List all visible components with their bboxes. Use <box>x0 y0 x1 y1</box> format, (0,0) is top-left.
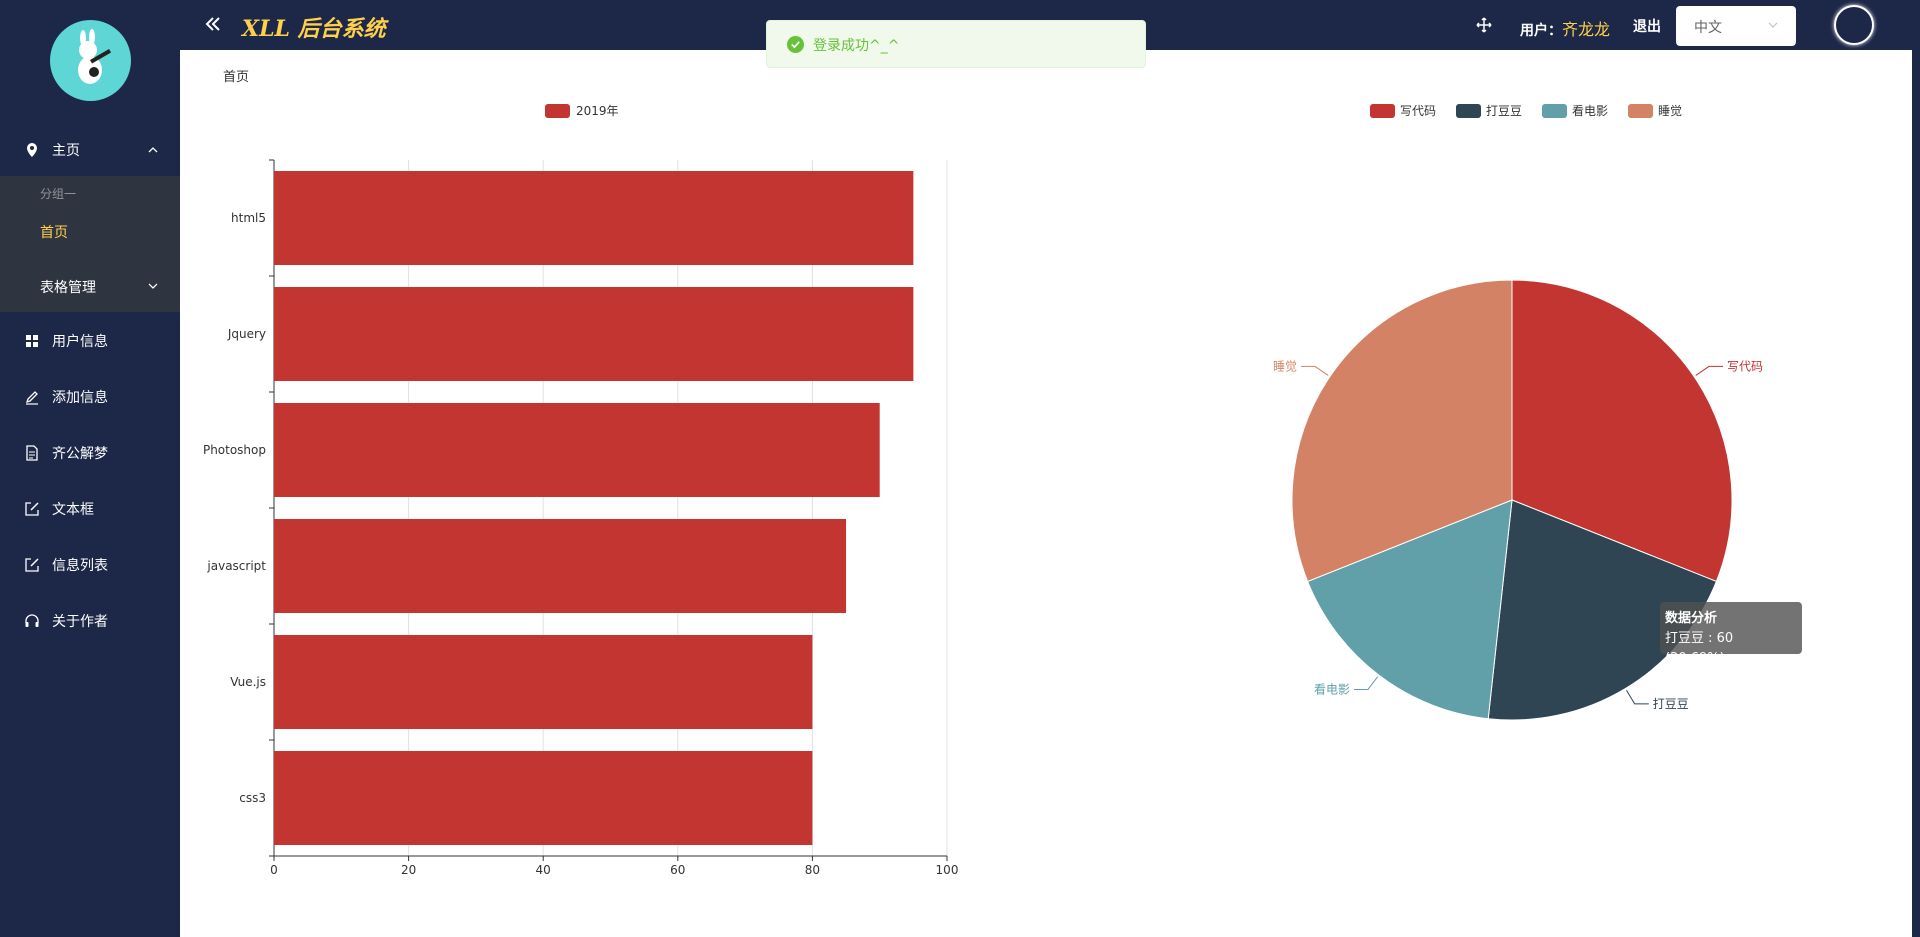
legend-label: 打豆豆 <box>1486 104 1522 118</box>
menu-textbox[interactable]: 文本框 <box>0 484 180 534</box>
legend-label: 2019年 <box>576 104 619 118</box>
pie-label: 打豆豆 <box>1653 697 1689 711</box>
breadcrumb[interactable]: 首页 <box>223 66 249 85</box>
tooltip-text: 打豆豆 : 60 (20.69%) <box>1665 631 1734 666</box>
menu-dream[interactable]: 齐公解梦 <box>0 428 180 478</box>
chevron-down-icon <box>148 283 158 289</box>
user-name: 齐龙龙 <box>1562 20 1611 39</box>
logout-button[interactable]: 退出 <box>1633 16 1661 36</box>
pie-label: 写代码 <box>1727 359 1763 373</box>
user-avatar[interactable] <box>1834 5 1874 45</box>
bar-chart: 2019年 0 20 40 60 80 100 html5 Jquery Photoshop jav… <box>203 104 959 877</box>
y-tick-label: Jquery <box>227 327 266 341</box>
pie-leader-line <box>1301 365 1329 376</box>
x-tick-label: 60 <box>670 863 685 877</box>
pie-chart: 写代码 打豆豆 看电影 睡觉写代码打豆豆看电影睡觉 <box>1273 104 1763 721</box>
y-tick-label: Vue.js <box>230 675 266 689</box>
tooltip-title: 数据分析 <box>1665 611 1718 626</box>
menu-textbox-label: 文本框 <box>52 502 94 518</box>
document-icon <box>26 445 38 461</box>
bar <box>274 403 880 497</box>
language-select[interactable]: 中文 <box>1676 6 1796 46</box>
menu-user-info-label: 用户信息 <box>52 334 108 350</box>
submenu-item-home[interactable]: 首页 <box>40 222 68 242</box>
location-icon <box>27 143 37 157</box>
x-tick-label: 40 <box>536 863 551 877</box>
menu-add-info-label: 添加信息 <box>52 390 108 406</box>
chevron-up-icon <box>148 147 158 153</box>
pen-icon <box>25 391 38 405</box>
grid-icon <box>26 335 38 347</box>
legend-swatch <box>545 104 570 118</box>
bar <box>274 171 914 265</box>
pie-label: 睡觉 <box>1273 359 1297 373</box>
menu-table-management[interactable]: 表格管理 <box>0 260 180 312</box>
language-value: 中文 <box>1694 20 1722 36</box>
bar <box>274 519 847 613</box>
pie-leader-line <box>1695 365 1723 376</box>
legend-label: 写代码 <box>1400 104 1436 118</box>
menu-about-author[interactable]: 关于作者 <box>0 596 180 646</box>
edit-icon <box>25 502 39 516</box>
menu-home[interactable]: 主页 <box>0 125 180 175</box>
y-tick-label: html5 <box>231 211 266 225</box>
scrollbar[interactable] <box>1912 0 1920 937</box>
menu-info-list-label: 信息列表 <box>52 558 108 574</box>
sidebar: 主页 分组一 首页 表格管理 用户信息 添加信息 齐公解梦 文本框 信息列表 关… <box>0 0 180 937</box>
x-tick-label: 20 <box>401 863 416 877</box>
collapse-icon[interactable] <box>204 15 222 33</box>
y-tick-label: css3 <box>239 791 266 805</box>
menu-info-list[interactable]: 信息列表 <box>0 540 180 590</box>
home-submenu: 分组一 首页 表格管理 <box>0 176 180 312</box>
app-title: XLL 后台系统 <box>242 16 386 42</box>
headset-icon <box>25 614 39 627</box>
legend-swatch <box>1456 104 1481 118</box>
user-info: 用户：齐龙龙 <box>1520 16 1610 40</box>
menu-dream-label: 齐公解梦 <box>52 446 108 462</box>
chevron-down-icon <box>1768 22 1778 28</box>
pie-leader-line <box>1626 689 1649 705</box>
y-tick-label: javascript <box>206 559 266 573</box>
menu-add-info[interactable]: 添加信息 <box>0 372 180 422</box>
legend-label: 看电影 <box>1572 104 1608 118</box>
chart-tooltip: 数据分析 打豆豆 : 60 (20.69%) <box>1660 602 1802 666</box>
legend-swatch <box>1628 104 1653 118</box>
user-prefix: 用户： <box>1520 23 1562 39</box>
x-tick-label: 0 <box>270 863 278 877</box>
menu-about-author-label: 关于作者 <box>52 614 108 630</box>
bar <box>274 635 813 729</box>
toast-message: 登录成功^_^ <box>813 38 900 54</box>
legend-swatch <box>1542 104 1567 118</box>
menu-user-info[interactable]: 用户信息 <box>0 316 180 366</box>
group-label: 分组一 <box>40 187 77 201</box>
bar <box>274 751 813 845</box>
pie-label: 看电影 <box>1314 682 1350 696</box>
legend-swatch <box>1370 104 1395 118</box>
x-tick-label: 80 <box>805 863 820 877</box>
move-icon[interactable] <box>1476 17 1492 33</box>
logo-avatar <box>50 20 131 101</box>
legend-label: 睡觉 <box>1658 104 1682 118</box>
pie-leader-line <box>1353 676 1379 690</box>
success-toast: 登录成功^_^ <box>766 20 1146 68</box>
y-tick-label: Photoshop <box>203 443 266 457</box>
edit-icon <box>25 558 39 572</box>
bar <box>274 287 914 381</box>
check-circle-icon <box>787 36 804 53</box>
menu-table-management-label: 表格管理 <box>40 280 96 296</box>
x-tick-label: 100 <box>936 863 959 877</box>
menu-home-label: 主页 <box>52 143 80 159</box>
